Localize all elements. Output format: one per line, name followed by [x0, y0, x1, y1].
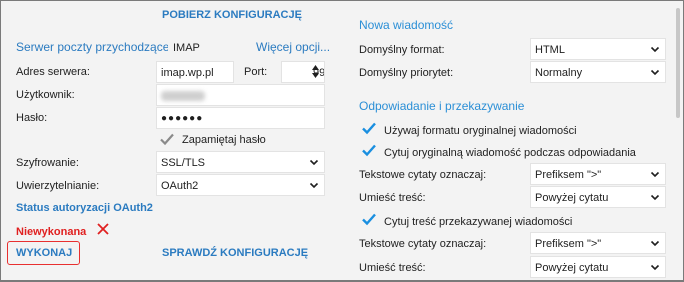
incoming-server-label: Serwer poczty przychodzącej: [16, 40, 176, 54]
chevron-down-icon [650, 171, 660, 178]
user-input[interactable] [156, 84, 325, 106]
redacted-username [161, 91, 205, 101]
default-priority-value: Normalny [535, 67, 583, 79]
port-label: Port: [244, 66, 268, 78]
chevron-down-icon [650, 194, 660, 201]
new-message-title: Nowa wiadomość [359, 18, 454, 32]
remember-password-label: Zapamiętaj hasło [182, 134, 266, 146]
oauth-status-value: Niewykonana [16, 226, 87, 238]
user-label: Użytkownik: [16, 89, 75, 101]
chevron-down-icon [309, 159, 319, 166]
place-content-label-2: Umieść treść: [359, 262, 426, 274]
auth-value: OAuth2 [161, 180, 199, 192]
default-format-value: HTML [535, 44, 565, 56]
encryption-select[interactable]: SSL/TLS [156, 151, 325, 173]
execute-button[interactable]: WYKONAJ [7, 241, 80, 265]
text-quotes-label-2: Tekstowe cytaty oznaczaj: [359, 238, 487, 250]
default-format-select[interactable]: HTML [530, 38, 666, 60]
more-options-link[interactable]: Więcej opcji... [256, 40, 330, 54]
text-quotes-select[interactable]: Prefiksem ">" [530, 163, 666, 185]
place-content-value: Powyżej cytatu [535, 192, 609, 204]
password-label: Hasło: [16, 112, 48, 124]
password-input[interactable]: ●●●●●● [156, 107, 325, 129]
fetch-config-button[interactable]: POBIERZ KONFIGURACJĘ [162, 9, 302, 21]
place-content-value-2: Powyżej cytatu [535, 262, 609, 274]
incoming-server-value: IMAP [168, 36, 234, 57]
text-quotes-value: Prefiksem ">" [535, 169, 602, 181]
chevron-down-icon [650, 46, 660, 53]
quote-original-label: Cytuj oryginalną wiadomość podczas odpow… [384, 147, 636, 159]
server-address-label: Adres serwera: [16, 66, 90, 78]
encryption-value: SSL/TLS [161, 157, 206, 169]
quote-original-checkbox[interactable] [361, 142, 377, 158]
default-priority-label: Domyślny priorytet: [359, 67, 454, 79]
place-content-label: Umieść treść: [359, 192, 426, 204]
server-address-input[interactable]: imap.wp.pl [156, 61, 234, 83]
auth-select[interactable]: OAuth2 [156, 174, 325, 196]
place-content-select-2[interactable]: Powyżej cytatu [530, 256, 666, 278]
place-content-select[interactable]: Powyżej cytatu [530, 186, 666, 208]
text-quotes-select-2[interactable]: Prefiksem ">" [530, 232, 666, 254]
encryption-label: Szyfrowanie: [16, 157, 79, 169]
text-quotes-value-2: Prefiksem ">" [535, 238, 602, 250]
quote-forwarded-label: Cytuj treść przekazywanej wiadomości [384, 216, 573, 228]
text-quotes-label: Tekstowe cytaty oznaczaj: [359, 169, 487, 181]
remember-password-checkbox[interactable] [159, 131, 175, 147]
oauth-status-title: Status autoryzacji OAuth2 [16, 202, 153, 214]
chevron-down-icon [650, 264, 660, 271]
port-stepper-icon[interactable] [311, 64, 320, 79]
chevron-down-icon [309, 182, 319, 189]
chevron-down-icon [650, 69, 660, 76]
vertical-scrollbar[interactable] [674, 2, 682, 278]
check-config-button[interactable]: SPRAWDŹ KONFIGURACJĘ [162, 247, 308, 259]
chevron-down-icon [650, 240, 660, 247]
use-original-format-checkbox[interactable] [361, 120, 377, 136]
scrollbar-thumb[interactable] [676, 8, 680, 118]
error-x-icon [97, 223, 109, 235]
default-format-label: Domyślny format: [359, 44, 445, 56]
default-priority-select[interactable]: Normalny [530, 61, 666, 83]
quote-forwarded-checkbox[interactable] [361, 211, 377, 227]
execute-button-label: WYKONAJ [16, 247, 73, 259]
use-original-format-label: Używaj formatu oryginalnej wiadomości [384, 125, 577, 137]
auth-label: Uwierzytelnianie: [16, 180, 100, 192]
reply-forward-title: Odpowiadanie i przekazywanie [359, 99, 525, 113]
